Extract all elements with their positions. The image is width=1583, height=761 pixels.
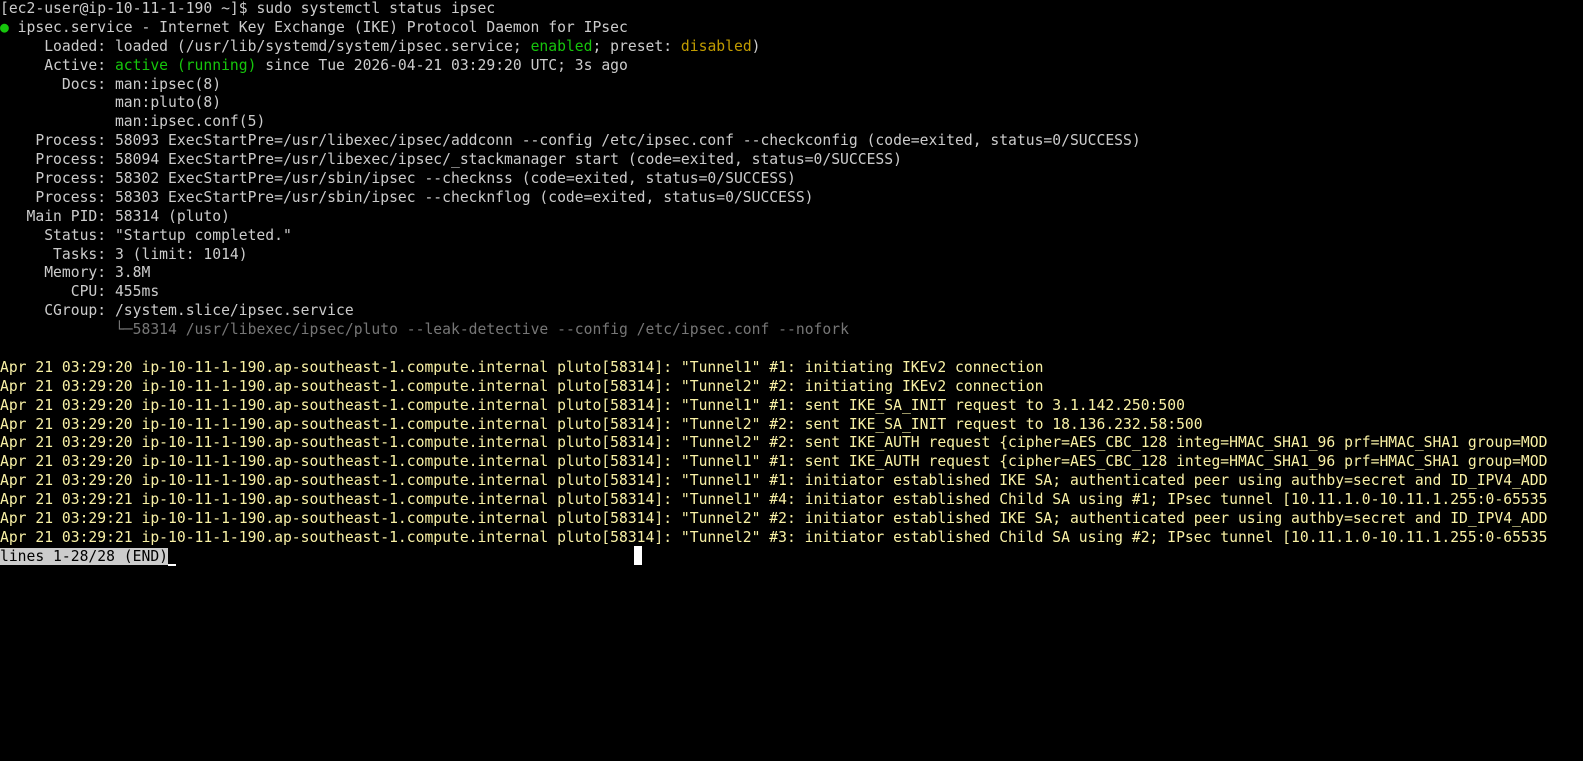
preset-state: disabled xyxy=(680,37,752,55)
loaded-path: loaded (/usr/lib/systemd/system/ipsec.se… xyxy=(114,37,531,55)
log-line: Apr 21 03:29:20 ip-10-11-1-190.ap-southe… xyxy=(0,472,1548,490)
log-line: Apr 21 03:29:20 ip-10-11-1-190.ap-southe… xyxy=(0,434,1548,452)
status-line: Status: "Startup completed." xyxy=(0,226,292,244)
text-cursor-icon xyxy=(168,563,177,566)
docs-line: Docs: man:ipsec(8) xyxy=(0,76,1583,95)
log-line: Apr 21 03:29:21 ip-10-11-1-190.ap-southe… xyxy=(0,528,1548,546)
cgroup-line: CGroup: /system.slice/ipsec.service xyxy=(0,302,354,320)
memory-line: Memory: 3.8M xyxy=(0,264,151,282)
cgroup-tree-line: └─58314 /usr/libexec/ipsec/pluto --leak-… xyxy=(0,321,1583,340)
log-line: Apr 21 03:29:20 ip-10-11-1-190.ap-southe… xyxy=(0,453,1548,471)
docs-indent xyxy=(0,94,115,111)
log-line: Apr 21 03:29:20 ip-10-11-1-190.ap-southe… xyxy=(0,415,1203,433)
docs-line: man:ipsec.conf(5) xyxy=(0,113,1583,132)
mouse-cursor-icon xyxy=(634,546,642,565)
service-title-line: ● ipsec.service - Internet Key Exchange … xyxy=(0,19,1583,38)
active-state: active (running) xyxy=(114,56,257,74)
doc-entry: man:pluto(8) xyxy=(114,94,222,112)
log-line: Apr 21 03:29:20 ip-10-11-1-190.ap-southe… xyxy=(0,377,1044,395)
process-line: Process: 58093 ExecStartPre=/usr/libexec… xyxy=(0,132,1141,150)
loaded-label: Loaded: xyxy=(0,37,115,55)
process-line: Process: 58302 ExecStartPre=/usr/sbin/ip… xyxy=(0,170,796,188)
active-since: since Tue 2026-04-21 03:29:20 UTC; 3s ag… xyxy=(256,56,628,74)
terminal-window[interactable]: [ec2-user@ip-10-11-1-190 ~]$ sudo system… xyxy=(0,0,1583,761)
log-line: Apr 21 03:29:21 ip-10-11-1-190.ap-southe… xyxy=(0,510,1548,528)
main-pid-line: Main PID: 58314 (pluto) xyxy=(0,207,230,225)
active-line: Active: active (running) since Tue 2026-… xyxy=(0,57,1583,76)
tasks-line: Tasks: 3 (limit: 1014) xyxy=(0,245,248,263)
enabled-state: enabled xyxy=(530,37,593,55)
cpu-line: CPU: 455ms xyxy=(0,283,160,301)
pager-line[interactable]: lines 1-28/28 (END) xyxy=(0,547,1583,567)
process-line: Process: 58094 ExecStartPre=/usr/libexec… xyxy=(0,151,902,169)
process-line: Process: 58303 ExecStartPre=/usr/sbin/ip… xyxy=(0,188,814,206)
log-line: Apr 21 03:29:20 ip-10-11-1-190.ap-southe… xyxy=(0,358,1044,376)
status-dot-icon: ● xyxy=(0,18,9,36)
cgroup-tree-indent xyxy=(0,321,115,338)
docs-indent xyxy=(0,113,115,130)
log-line: Apr 21 03:29:20 ip-10-11-1-190.ap-southe… xyxy=(0,396,1185,414)
service-title: ipsec.service - Internet Key Exchange (I… xyxy=(8,18,628,36)
command-text: sudo systemctl status ipsec xyxy=(256,0,496,17)
preset-label: ; preset: xyxy=(592,37,681,55)
prompt-line: [ec2-user@ip-10-11-1-190 ~]$ sudo system… xyxy=(0,0,1583,19)
doc-entry: man:ipsec.conf(5) xyxy=(114,113,266,131)
active-label: Active: xyxy=(0,56,115,74)
docs-label: Docs: xyxy=(0,75,115,93)
doc-entry: man:ipsec(8) xyxy=(114,75,222,93)
loaded-line: Loaded: loaded (/usr/lib/systemd/system/… xyxy=(0,38,1583,57)
shell-prompt: [ec2-user@ip-10-11-1-190 ~]$ xyxy=(0,0,257,17)
cgroup-tree-entry: └─58314 /usr/libexec/ipsec/pluto --leak-… xyxy=(114,321,849,339)
docs-line: man:pluto(8) xyxy=(0,94,1583,113)
log-line: Apr 21 03:29:21 ip-10-11-1-190.ap-southe… xyxy=(0,491,1548,509)
loaded-close: ) xyxy=(751,37,761,55)
pager-status: lines 1-28/28 (END) xyxy=(0,547,169,565)
